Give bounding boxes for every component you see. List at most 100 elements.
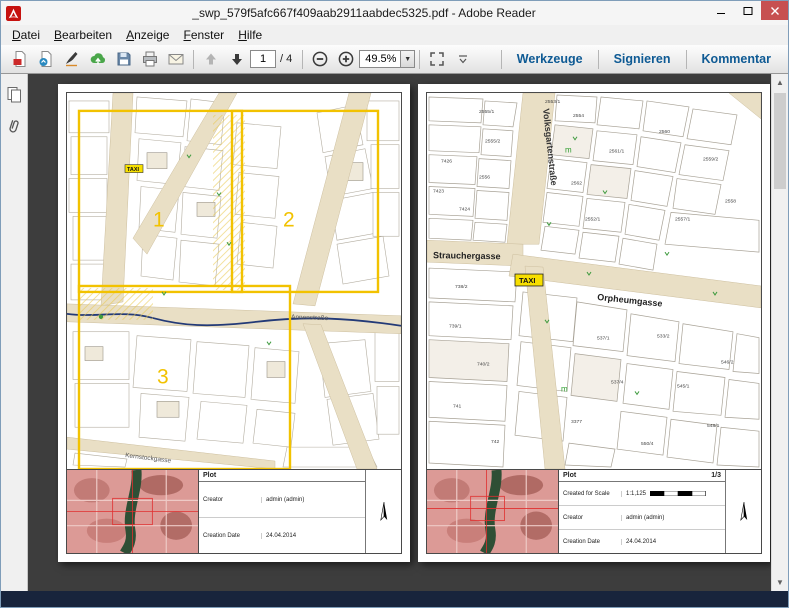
parcel-label: 2559/2 <box>703 157 718 163</box>
parcel-label: 537/1 <box>597 336 610 342</box>
menu-bearbeiten[interactable]: Bearbeiten <box>47 26 119 44</box>
parcel-label: 2557/1 <box>675 216 690 222</box>
comment-panel-button[interactable]: Kommentar <box>691 45 782 73</box>
parcel-label: 2553/1 <box>545 99 560 105</box>
toolbar-separator <box>501 50 502 69</box>
menu-hilfe[interactable]: Hilfe <box>231 26 269 44</box>
parcel-label: 7423 <box>433 188 444 194</box>
zoom-in-button[interactable] <box>333 48 359 71</box>
email-button[interactable] <box>163 48 189 71</box>
parcel-label: 7426 <box>441 159 452 165</box>
print-icon <box>141 50 159 68</box>
sign-panel-button[interactable]: Signieren <box>603 45 682 73</box>
next-page-icon <box>228 50 246 68</box>
page2-footer: Plot 1/3 Created for Scale 1:1,125 <box>426 470 762 554</box>
parcel-label: 7424 <box>459 206 470 212</box>
attachments-icon <box>6 118 22 135</box>
parcel-label: 2560 <box>659 129 670 135</box>
attachments-button[interactable] <box>3 115 25 137</box>
parcel-label: 545/1 <box>677 383 690 389</box>
street-label-strauchergasse: Strauchergasse <box>433 250 501 261</box>
zoom-out-button[interactable] <box>307 48 333 71</box>
sign-button[interactable] <box>59 48 85 71</box>
zoom-level-select[interactable]: 49.5% ▼ <box>359 50 415 68</box>
toolbar-separator <box>598 50 599 69</box>
scrollbar-thumb[interactable] <box>774 93 786 189</box>
page-number-input[interactable] <box>250 50 276 68</box>
toolbar-separator <box>193 50 194 69</box>
sign-icon <box>63 50 81 68</box>
toolbar-separator <box>302 50 303 69</box>
minimize-icon <box>716 6 726 16</box>
plot-number-1: 1 <box>153 208 165 231</box>
minimize-button[interactable] <box>707 1 734 20</box>
parcel-label: 2561/1 <box>609 149 624 155</box>
scroll-down-button[interactable]: ▼ <box>772 574 788 591</box>
cloud-upload-button[interactable] <box>85 48 111 71</box>
page1-overview-image <box>67 470 199 553</box>
email-icon <box>167 50 185 68</box>
titlebar[interactable]: _swp_579f5afc667f409aab2911aabdec5325.pd… <box>1 1 788 25</box>
vertical-scrollbar: ▲ ▼ <box>771 74 788 591</box>
parcel-label: 537/4 <box>611 379 624 385</box>
save-button[interactable] <box>111 48 137 71</box>
page1-info-table: Plot Creator admin (admin) Creation Date… <box>199 470 365 553</box>
close-icon <box>770 6 780 16</box>
print-button[interactable] <box>137 48 163 71</box>
scale-value: 1:1,125 <box>626 491 646 497</box>
page1-footer: Plot Creator admin (admin) Creation Date… <box>66 470 402 554</box>
creation-date-label: Creation Date <box>559 539 621 545</box>
scroll-up-button[interactable]: ▲ <box>772 74 788 91</box>
parcel-label: 740/2 <box>477 362 490 368</box>
pdf-create-button[interactable] <box>7 48 33 71</box>
convert-icon <box>37 50 55 68</box>
menu-datei[interactable]: Datei <box>5 26 47 44</box>
parcel-label: 2552/1 <box>585 216 600 222</box>
parcel-label: 742 <box>491 439 500 445</box>
expand-view-button[interactable] <box>424 48 450 71</box>
scale-bar <box>650 491 706 496</box>
footer-title: Plot <box>563 472 576 479</box>
close-button[interactable] <box>761 1 788 20</box>
menu-fenster[interactable]: Fenster <box>176 26 231 44</box>
tree-letter: m <box>565 146 572 155</box>
parcel-label: 546/2 <box>721 360 734 366</box>
document-area[interactable]: 1 2 3 Annenstraße Kernstockgasse TAXI <box>28 74 771 591</box>
tools-panel-button[interactable]: Werkzeuge <box>506 45 594 73</box>
zoom-level-value: 49.5% <box>360 53 400 65</box>
parcel-label: 2554 <box>573 113 584 119</box>
tree-letter: m <box>561 384 568 393</box>
parcel-label: 2562 <box>571 181 582 187</box>
creator-label: Creator <box>559 515 621 521</box>
scrollbar-track[interactable] <box>772 91 788 574</box>
toolbar-right-group: Werkzeuge Signieren Kommentar <box>497 45 782 73</box>
footer-row-scale: Created for Scale 1:1,125 <box>559 482 725 506</box>
footer-page-number: 1/3 <box>711 472 721 479</box>
prev-page-icon <box>202 50 220 68</box>
plot-number-2: 2 <box>283 208 295 231</box>
north-arrow <box>365 470 401 553</box>
menu-anzeige[interactable]: Anzeige <box>119 26 176 44</box>
maximize-button[interactable] <box>734 1 761 20</box>
next-page-button[interactable] <box>224 48 250 71</box>
pdf-create-icon <box>11 50 29 68</box>
parcel-label: 741 <box>453 403 462 409</box>
zoom-dropdown-arrow-icon[interactable]: ▼ <box>400 51 414 67</box>
adobe-reader-window: _swp_579f5afc667f409aab2911aabdec5325.pd… <box>0 0 789 608</box>
save-icon <box>115 50 133 68</box>
parcel-label: 2556 <box>479 175 490 181</box>
toolbar-overflow-button[interactable] <box>450 48 476 71</box>
app-body: 1 2 3 Annenstraße Kernstockgasse TAXI <box>1 74 788 591</box>
taxi-sign-label: TAXI <box>127 167 140 173</box>
street-label-orpheumgasse: Orpheumgasse <box>597 292 663 309</box>
adobe-reader-icon <box>6 6 21 21</box>
convert-button[interactable] <box>33 48 59 71</box>
pdf-page-1: 1 2 3 Annenstraße Kernstockgasse TAXI <box>58 84 410 562</box>
prev-page-button[interactable] <box>198 48 224 71</box>
expand-icon <box>428 50 446 68</box>
pages-panel-icon <box>6 86 23 103</box>
page2-overview-image <box>427 470 559 553</box>
parcel-label: 739/1 <box>449 324 462 330</box>
page-thumbnails-button[interactable] <box>3 83 25 105</box>
scale-label: Created for Scale <box>559 491 621 497</box>
